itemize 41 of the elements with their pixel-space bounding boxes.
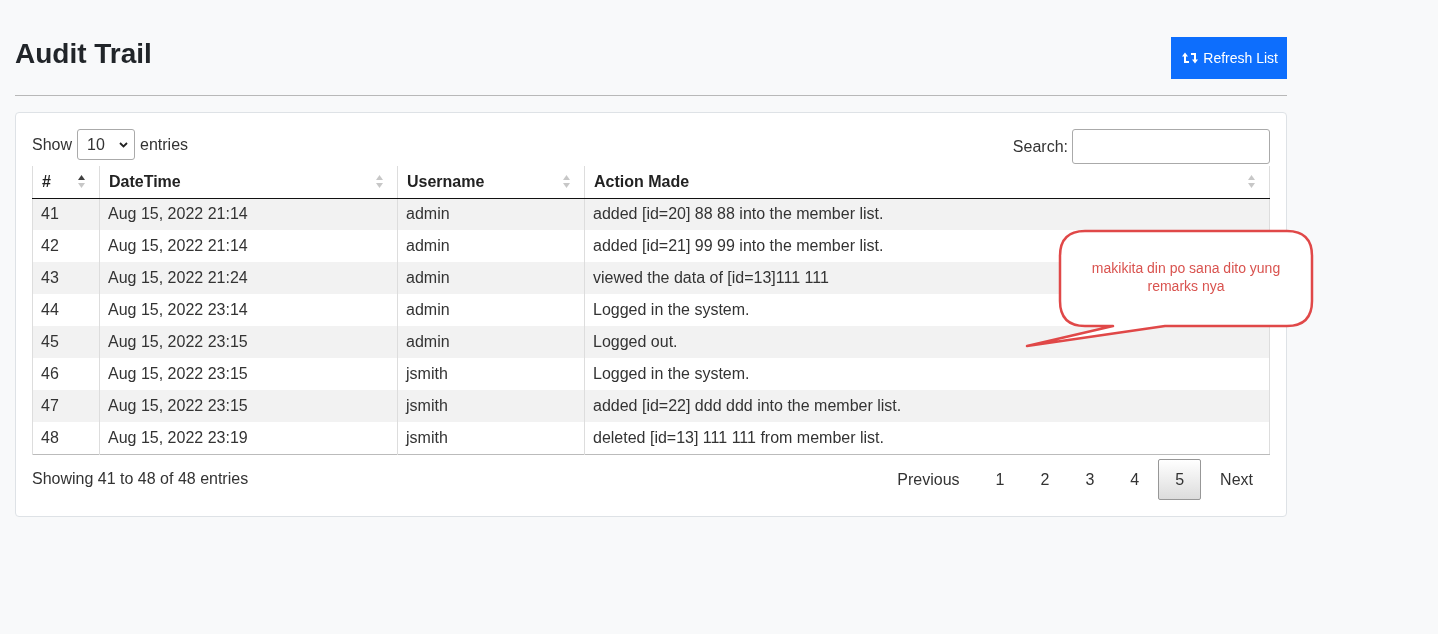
table-cell: Aug 15, 2022 23:15 <box>99 326 398 358</box>
table-info: Showing 41 to 48 of 48 entries <box>32 469 249 489</box>
next-page-button[interactable]: Next <box>1203 458 1270 500</box>
table-cell: jsmith <box>397 422 585 454</box>
table-cell: Aug 15, 2022 21:24 <box>99 262 398 294</box>
table-cell: 41 <box>32 198 100 230</box>
table-cell: admin <box>397 198 585 230</box>
loop-arrows-icon <box>1182 52 1199 64</box>
search-label: Search: <box>1012 136 1068 157</box>
table-cell: added [id=22] ddd ddd into the member list. <box>584 390 1270 422</box>
table-cell: Logged out. <box>584 326 1270 358</box>
table-cell: Aug 15, 2022 23:19 <box>99 422 398 454</box>
page-button[interactable]: 3 <box>1068 458 1112 500</box>
page-button[interactable]: 1 <box>978 458 1022 500</box>
search-field[interactable] <box>1072 129 1270 164</box>
length-label: Show <box>32 134 73 155</box>
table-cell: added [id=20] 88 88 into the member list. <box>584 198 1270 230</box>
column-header[interactable]: DateTime <box>109 169 181 194</box>
page-button[interactable]: 2 <box>1023 458 1067 500</box>
callout-text: makikita din po sana dito yung remarks nya <box>1090 259 1282 295</box>
refresh-list-button[interactable]: Refresh List <box>1171 37 1287 79</box>
chevron-down-icon <box>119 141 129 148</box>
table-cell: 45 <box>32 326 100 358</box>
page-button[interactable]: 4 <box>1113 458 1157 500</box>
length-label: entries <box>140 134 189 155</box>
column-header[interactable]: Username <box>407 169 485 194</box>
table-cell: jsmith <box>397 390 585 422</box>
page-button[interactable]: 5 <box>1158 458 1202 500</box>
table-cell: 48 <box>32 422 100 454</box>
table-cell: 47 <box>32 390 100 422</box>
previous-page-button[interactable]: Previous <box>880 458 977 500</box>
table-cell: deleted [id=13] 111 111 from member list. <box>584 422 1270 454</box>
page-title: Audit Trail <box>15 37 152 71</box>
entries-select[interactable]: 10 <box>77 129 136 160</box>
table-cell: Aug 15, 2022 23:15 <box>99 390 398 422</box>
column-header[interactable]: Action Made <box>594 169 690 194</box>
table-cell: 43 <box>32 262 100 294</box>
table-cell: admin <box>397 326 585 358</box>
table-cell: admin <box>397 262 585 294</box>
table-cell: Aug 15, 2022 21:14 <box>99 198 398 230</box>
column-header[interactable]: # <box>42 169 51 194</box>
